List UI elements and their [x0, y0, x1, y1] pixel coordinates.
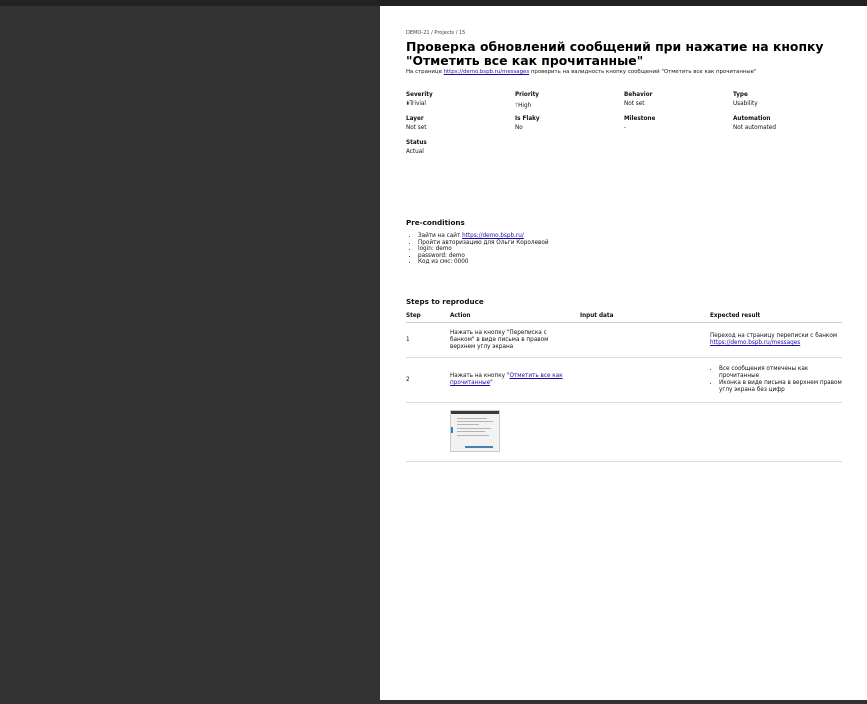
column-header-step: Step [406, 311, 450, 323]
severity-label: Severity [406, 92, 433, 98]
flaky-value: No [515, 125, 523, 131]
empty-cell [710, 402, 842, 462]
thumbnail-line [457, 421, 493, 422]
steps-section: Steps to reproduce Step Action Input dat… [406, 297, 842, 462]
action-before: Нажать на кнопку " [450, 373, 510, 379]
column-header-action: Action [450, 311, 580, 323]
messages-link[interactable]: https://demo.bspb.ru/messages [444, 69, 530, 75]
expected-list: Все сообщения отмечены как прочитанные И… [710, 366, 842, 394]
behavior-label: Behavior [624, 92, 653, 98]
title-text: Проверка обновлений сообщений при нажати… [406, 39, 824, 68]
thumbnail-line [457, 418, 487, 419]
milestone-value: - [624, 125, 627, 131]
test-case: DEMO-21 / Projects / 15 Проверка обновле… [406, 30, 842, 462]
step-input [580, 357, 710, 403]
preconditions-heading: Pre-conditions [406, 218, 465, 227]
list-item: Код из смс: 0000 [418, 259, 549, 266]
steps-heading: Steps to reproduce [406, 297, 484, 306]
automation-label: Automation [733, 116, 771, 122]
layer-value: Not set [406, 125, 427, 131]
empty-cell [406, 402, 450, 462]
status-label: Status [406, 140, 427, 146]
page-title: Проверка обновлений сообщений при нажати… [406, 40, 842, 67]
empty-cell [580, 402, 710, 462]
column-header-input: Input data [580, 311, 710, 323]
severity-text: Trivial [409, 101, 426, 107]
meta-grid: Severity Priority Behavior Type ⯯Trivial… [406, 92, 842, 164]
table-row: 1 Нажать на кнопку "Переписка с банком" … [406, 322, 842, 358]
behavior-value: Not set [624, 101, 645, 107]
thumbnail-button [465, 446, 493, 448]
description-before: На странице [406, 69, 444, 75]
attachment-cell [450, 402, 580, 462]
thumbnail-line [457, 435, 489, 436]
document-page: DEMO-21 / Projects / 15 Проверка обновле… [380, 6, 867, 700]
list-item: Все сообщения отмечены как прочитанные [719, 366, 842, 380]
list-item: Иконка в виде письма в верхнем правом уг… [719, 380, 842, 394]
step-number: 1 [406, 322, 450, 358]
table-row [406, 402, 842, 462]
thumbnail-line [457, 431, 485, 432]
thumbnail-line [457, 428, 491, 429]
step-expected: Все сообщения отмечены как прочитанные И… [710, 357, 842, 403]
thumbnail-line [457, 424, 479, 425]
table-header-row: Step Action Input data Expected result [406, 311, 842, 323]
flaky-label: Is Flaky [515, 116, 540, 122]
action-after: " [490, 380, 493, 386]
priority-text: High [518, 103, 532, 109]
table-row: 2 Нажать на кнопку "Отметить все как про… [406, 357, 842, 403]
steps-table: Step Action Input data Expected result 1… [406, 311, 842, 462]
step-action: Нажать на кнопку "Отметить все как прочи… [450, 357, 580, 403]
screenshot-thumbnail[interactable] [450, 410, 500, 452]
status-value: Actual [406, 149, 424, 155]
preconditions-list: Зайти на сайт https://demo.bspb.ru/ Прой… [406, 233, 549, 266]
priority-label: Priority [515, 92, 540, 98]
type-value: Usability [733, 101, 758, 107]
type-label: Type [733, 92, 748, 98]
messages-link[interactable]: https://demo.bspb.ru/messages [710, 340, 800, 346]
step-number: 2 [406, 357, 450, 403]
thumbnail-accent [451, 427, 453, 433]
layer-label: Layer [406, 116, 424, 122]
expected-text: Переход на страницу переписки с банком [710, 333, 838, 339]
column-header-expected: Expected result [710, 311, 842, 323]
description: На странице https://demo.bspb.ru/message… [406, 69, 842, 76]
priority-value: 🡑High [515, 101, 624, 116]
severity-value: ⯯Trivial [406, 101, 515, 116]
milestone-label: Milestone [624, 116, 656, 122]
step-expected: Переход на страницу переписки с банком h… [710, 322, 842, 358]
step-action: Нажать на кнопку "Переписка с банком" в … [450, 322, 580, 358]
thumbnail-header [451, 411, 499, 414]
site-link[interactable]: https://demo.bspb.ru/ [462, 233, 524, 239]
breadcrumb[interactable]: DEMO-21 / Projects / 15 [406, 30, 842, 36]
automation-value: Not automated [733, 125, 776, 131]
step-input [580, 322, 710, 358]
preconditions-section: Pre-conditions Зайти на сайт https://dem… [406, 218, 549, 266]
precondition-text: Зайти на сайт [418, 233, 463, 239]
description-after: проверить на валидность кнопку сообщений… [529, 69, 757, 75]
